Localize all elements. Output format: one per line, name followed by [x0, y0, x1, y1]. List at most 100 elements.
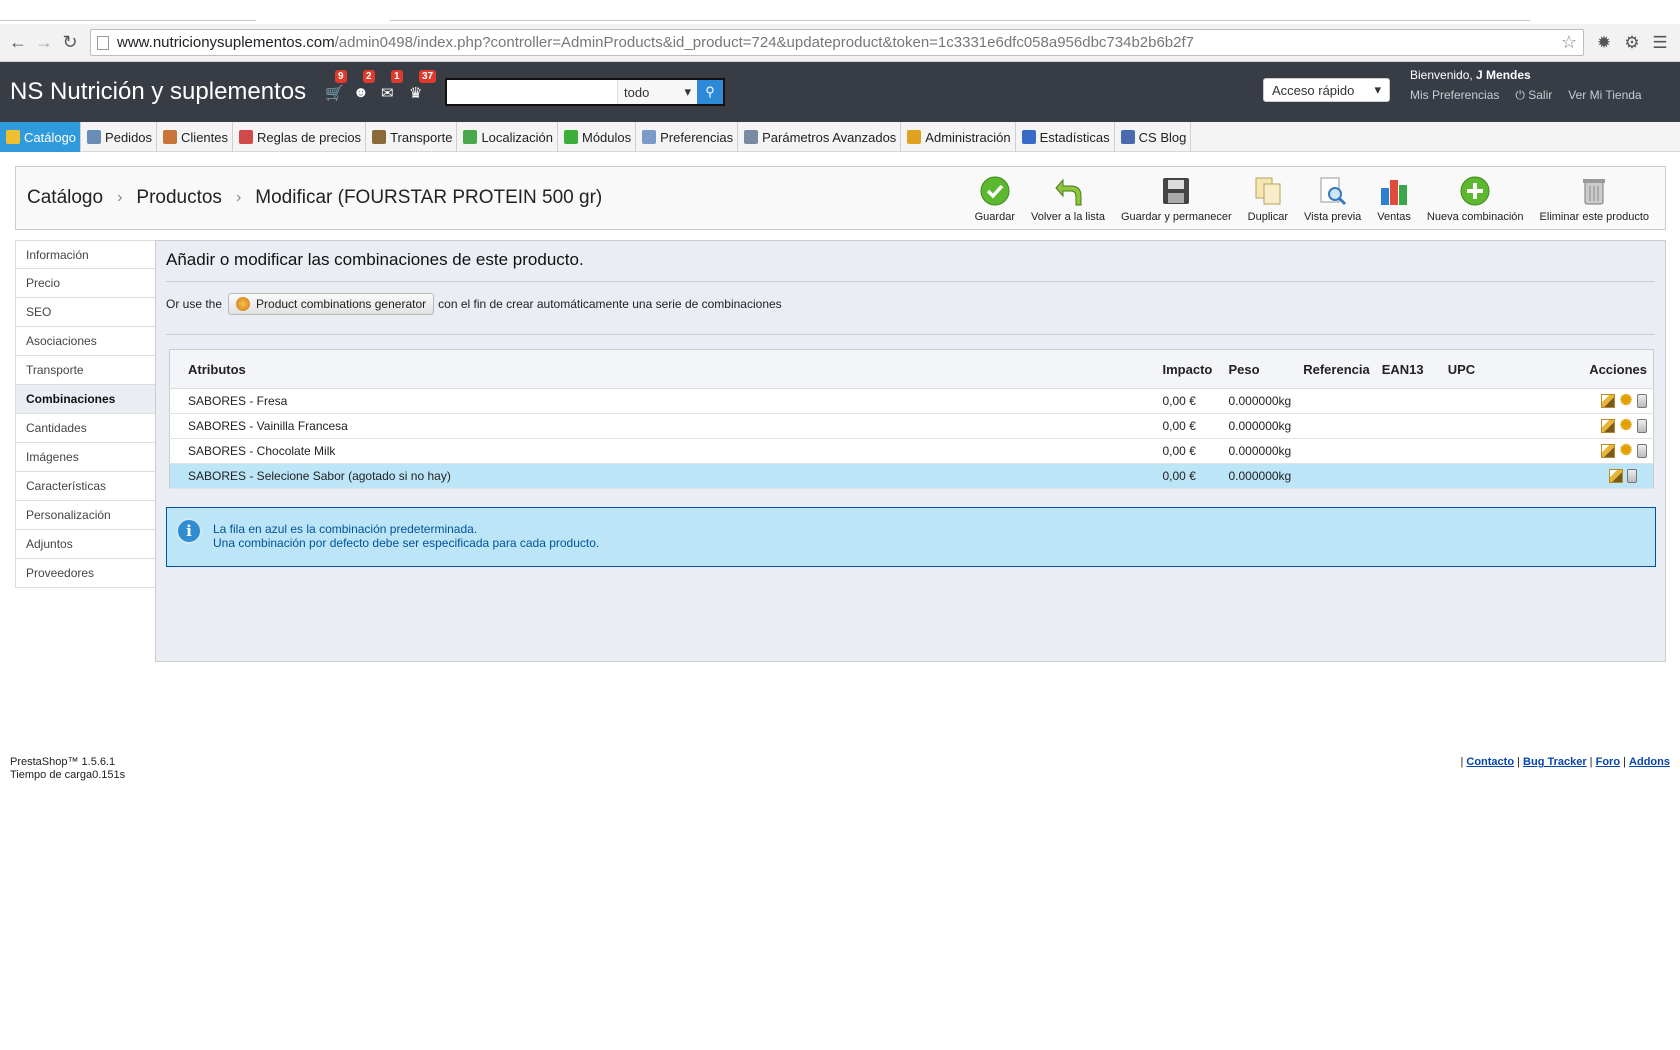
set-default-icon[interactable]: ✺	[1619, 418, 1633, 433]
delete-product-button[interactable]: Eliminar este producto	[1532, 167, 1657, 229]
bookmark-star-icon[interactable]: ☆	[1561, 32, 1577, 53]
prestashop-version: PrestaShop™ 1.5.6.1	[10, 756, 116, 768]
globe-icon	[463, 130, 478, 144]
cell-upc	[1441, 388, 1512, 414]
bug-tracker-link[interactable]: Bug Tracker	[1523, 756, 1587, 768]
preview-button[interactable]: Vista previa	[1296, 167, 1369, 229]
settings-gear-icon[interactable]: ⚙	[1618, 33, 1646, 53]
cell-impact: 0,00 €	[1156, 463, 1223, 489]
breadcrumb-products[interactable]: Productos	[136, 187, 222, 209]
new-combination-button[interactable]: Nueva combinación	[1419, 167, 1532, 229]
url-text[interactable]: www.nutricionysuplementos.com/admin0498/…	[117, 34, 1561, 51]
my-preferences-link[interactable]: Mis Preferencias	[1410, 88, 1499, 103]
message-icon[interactable]: ✉ 1	[381, 70, 403, 102]
tab-features[interactable]: Características	[15, 472, 156, 501]
tab-suppliers[interactable]: Proveedores	[15, 559, 156, 588]
tab-price[interactable]: Precio	[15, 269, 156, 298]
column-weight: Peso	[1222, 349, 1298, 389]
divider	[166, 281, 1655, 282]
forward-arrow-icon[interactable]: →	[32, 31, 56, 55]
menu-item-administration[interactable]: Administración	[901, 122, 1016, 152]
edit-icon[interactable]	[1601, 444, 1615, 458]
info-message: i La fila en azul es la combinación pred…	[166, 507, 1656, 567]
cell-weight: 0.000000kg	[1222, 438, 1298, 464]
menu-item-stats[interactable]: Estadísticas	[1016, 122, 1115, 152]
tab-quantities[interactable]: Cantidades	[15, 414, 156, 443]
section-heading: Añadir o modificar las combinaciones de …	[166, 250, 584, 269]
combinations-generator-button[interactable]: Product combinations generator	[228, 293, 435, 315]
main-menu: Catálogo Pedidos Clientes Reglas de prec…	[0, 122, 1680, 152]
menu-item-price-rules[interactable]: Reglas de precios	[233, 122, 367, 152]
tab-customization[interactable]: Personalización	[15, 501, 156, 530]
price-rules-icon	[239, 130, 253, 144]
tab-attachments[interactable]: Adjuntos	[15, 530, 156, 559]
edit-icon[interactable]	[1609, 469, 1623, 483]
search-scope-select[interactable]: todo ▾	[617, 80, 697, 104]
info-line-1: La fila en azul es la combinación predet…	[213, 522, 478, 536]
tab-seo[interactable]: SEO	[15, 298, 156, 327]
menu-hamburger-icon[interactable]: ☰	[1646, 33, 1674, 53]
logout-link[interactable]: ⏻ Salir	[1515, 88, 1552, 103]
delete-icon[interactable]	[1637, 394, 1647, 408]
menu-item-preferences[interactable]: Preferencias	[636, 122, 739, 152]
tab-combinations[interactable]: Combinaciones	[15, 385, 156, 414]
tab-shipping[interactable]: Transporte	[15, 356, 156, 385]
browser-tab[interactable]	[390, 20, 1530, 24]
save-button[interactable]: Guardar	[967, 167, 1023, 229]
page-icon	[97, 35, 109, 50]
menu-item-catalog[interactable]: Catálogo	[0, 122, 82, 152]
menu-item-advanced-parameters[interactable]: Parámetros Avanzados	[738, 122, 902, 152]
back-arrow-icon[interactable]: ←	[6, 31, 30, 55]
view-shop-link[interactable]: Ver Mi Tienda	[1568, 88, 1641, 103]
delete-icon[interactable]	[1637, 444, 1647, 458]
quick-access-select[interactable]: Acceso rápido ▾	[1263, 78, 1390, 102]
menu-item-customers[interactable]: Clientes	[157, 122, 233, 152]
table-row: SABORES - Vainilla Francesa 0,00 € 0.000…	[169, 413, 1654, 439]
save-and-stay-button[interactable]: Guardar y permanecer	[1113, 167, 1240, 229]
shop-name[interactable]: NS Nutrición y suplementos	[10, 78, 325, 106]
forum-link[interactable]: Foro	[1596, 756, 1620, 768]
menu-item-localization[interactable]: Localización	[457, 122, 558, 152]
tab-associations[interactable]: Asociaciones	[15, 327, 156, 356]
contact-link[interactable]: Contacto	[1466, 756, 1514, 768]
save-label: Guardar	[974, 211, 1015, 223]
menu-label: Parámetros Avanzados	[762, 129, 897, 145]
return-arrow-icon	[1052, 175, 1084, 207]
set-default-icon[interactable]: ✺	[1619, 443, 1633, 458]
generator-line: Or use the Product combinations generato…	[166, 293, 782, 315]
back-to-list-button[interactable]: Volver a la lista	[1023, 167, 1113, 229]
edit-icon[interactable]	[1601, 394, 1615, 408]
menu-label: Localización	[481, 129, 553, 145]
breadcrumb-catalog[interactable]: Catálogo	[27, 187, 103, 209]
menu-item-modules[interactable]: Módulos	[558, 122, 637, 152]
book-icon	[1120, 130, 1135, 144]
browser-toolbar: ← → ↻ www.nutricionysuplementos.com/admi…	[0, 24, 1680, 62]
info-line-2: Una combinación por defecto debe ser esp…	[213, 536, 600, 550]
reload-icon[interactable]: ↻	[58, 31, 82, 55]
extension-icon[interactable]: ✹	[1590, 33, 1618, 53]
cell-reference	[1297, 413, 1376, 439]
menu-item-shipping[interactable]: Transporte	[366, 122, 458, 152]
customer-icon[interactable]: ☻ 2	[353, 70, 375, 101]
cart-icon[interactable]: 🛒 9	[325, 70, 347, 102]
tab-images[interactable]: Imágenes	[15, 443, 156, 472]
menu-item-orders[interactable]: Pedidos	[81, 122, 158, 152]
menu-item-cs-blog[interactable]: CS Blog	[1115, 122, 1192, 152]
addons-link[interactable]: Addons	[1629, 756, 1670, 768]
delete-icon[interactable]	[1627, 469, 1637, 483]
set-default-icon[interactable]: ✺	[1619, 393, 1633, 408]
sales-button[interactable]: Ventas	[1369, 167, 1419, 229]
delete-icon[interactable]	[1637, 419, 1647, 433]
menu-label: Administración	[925, 129, 1011, 145]
address-bar[interactable]: www.nutricionysuplementos.com/admin0498/…	[90, 29, 1584, 56]
browser-tab[interactable]	[0, 20, 256, 24]
search-button[interactable]: ⚲	[697, 80, 723, 104]
cell-upc	[1441, 463, 1512, 489]
info-icon: i	[176, 518, 202, 544]
edit-icon[interactable]	[1601, 419, 1615, 433]
trophy-icon[interactable]: ♛ 37	[409, 70, 437, 102]
power-icon: ⏻	[1515, 88, 1525, 102]
tab-information[interactable]: Información	[15, 240, 156, 269]
search-input[interactable]	[447, 80, 617, 104]
duplicate-button[interactable]: Duplicar	[1240, 167, 1296, 229]
